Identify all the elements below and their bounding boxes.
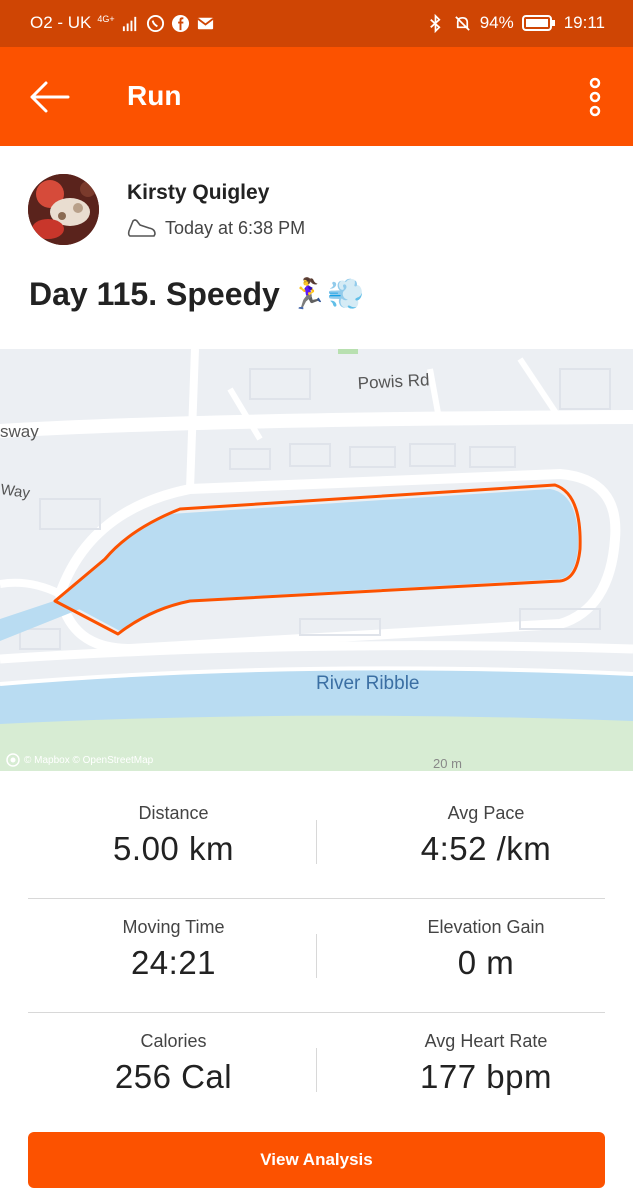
park-area-top xyxy=(338,349,358,354)
stat-label: Distance xyxy=(138,803,209,823)
view-analysis-button[interactable]: View Analysis xyxy=(28,1132,605,1188)
shoe-icon xyxy=(127,219,156,237)
whatsapp-icon xyxy=(146,14,164,32)
stats-row: Distance 5.00 km Avg Pace 4:52 /km xyxy=(28,785,605,899)
map-attribution: © Mapbox © OpenStreetMap xyxy=(6,753,153,767)
battery-icon xyxy=(521,15,555,31)
stat-label: Calories xyxy=(140,1031,207,1051)
signal-icon xyxy=(122,16,136,31)
stat-value: 0 m xyxy=(457,944,515,981)
avatar[interactable] xyxy=(28,174,99,245)
stat-value: 177 bpm xyxy=(420,1058,552,1095)
network-label: 4G+ xyxy=(97,14,115,24)
mapbox-logo-icon xyxy=(6,753,20,767)
map-canvas: Powis Rd sway Way River Ribble xyxy=(0,349,633,771)
route-map[interactable]: Powis Rd sway Way River Ribble © Mapbox … xyxy=(0,349,633,771)
stats-grid: Distance 5.00 km Avg Pace 4:52 /km Movin… xyxy=(0,785,633,1125)
stat-value: 4:52 /km xyxy=(420,830,552,867)
more-options-button[interactable] xyxy=(579,71,611,123)
carrier-label: O2 - UK xyxy=(30,13,92,32)
map-attribution-text: © Mapbox © OpenStreetMap xyxy=(24,754,154,766)
clock: 19:11 xyxy=(563,13,605,32)
avatar-image xyxy=(28,174,99,245)
stat-label: Elevation Gain xyxy=(427,917,545,937)
bluetooth-icon xyxy=(429,13,441,33)
arrow-left-icon xyxy=(30,81,70,113)
map-label-river: River Ribble xyxy=(316,673,419,694)
map-label-sway: sway xyxy=(0,422,39,441)
stat-distance: Distance 5.00 km xyxy=(0,785,347,899)
stat-label: Moving Time xyxy=(122,917,225,937)
stat-avg-heart-rate: Avg Heart Rate 177 bpm xyxy=(316,1013,633,1127)
status-left: O2 - UK 4G+ xyxy=(30,13,215,33)
status-right: 94% 19:11 xyxy=(426,13,605,33)
activity-title-text: Day 115. Speedy xyxy=(29,276,280,312)
stat-moving-time: Moving Time 24:21 xyxy=(0,899,347,1013)
facebook-icon xyxy=(171,14,189,32)
stat-value: 256 Cal xyxy=(114,1058,233,1095)
road-vertical xyxy=(186,349,199,490)
stat-elevation-gain: Elevation Gain 0 m xyxy=(316,899,633,1013)
back-button[interactable] xyxy=(22,71,74,123)
stats-row: Calories 256 Cal Avg Heart Rate 177 bpm xyxy=(28,1013,605,1127)
mail-icon xyxy=(197,17,214,29)
stat-calories: Calories 256 Cal xyxy=(0,1013,347,1127)
stat-label: Avg Heart Rate xyxy=(424,1031,548,1051)
stat-label: Avg Pace xyxy=(447,803,525,823)
activity-meta: Today at 6:38 PM xyxy=(127,217,305,239)
status-bar: O2 - UK 4G+ 94% 19:11 xyxy=(0,0,633,47)
battery-percent: 94% xyxy=(479,13,514,32)
activity-title: Day 115. Speedy 🏃‍♀️💨 xyxy=(29,276,365,313)
athlete-name[interactable]: Kirsty Quigley xyxy=(127,181,269,205)
more-vertical-icon xyxy=(589,77,601,117)
activity-timestamp: Today at 6:38 PM xyxy=(165,217,306,238)
activity-title-emoji: 🏃‍♀️💨 xyxy=(289,278,365,311)
stat-value: 5.00 km xyxy=(113,830,234,867)
app-bar: Run xyxy=(0,47,633,146)
map-scale: 20 m xyxy=(433,756,462,771)
map-label-powis-rd: Powis Rd xyxy=(357,370,430,393)
page-title: Run xyxy=(127,80,182,111)
stats-row: Moving Time 24:21 Elevation Gain 0 m xyxy=(28,899,605,1013)
athlete-header: Kirsty Quigley Today at 6:38 PM Day 115.… xyxy=(0,146,633,346)
bell-muted-icon xyxy=(454,15,470,31)
stat-avg-pace: Avg Pace 4:52 /km xyxy=(316,785,633,899)
stat-value: 24:21 xyxy=(130,944,217,981)
